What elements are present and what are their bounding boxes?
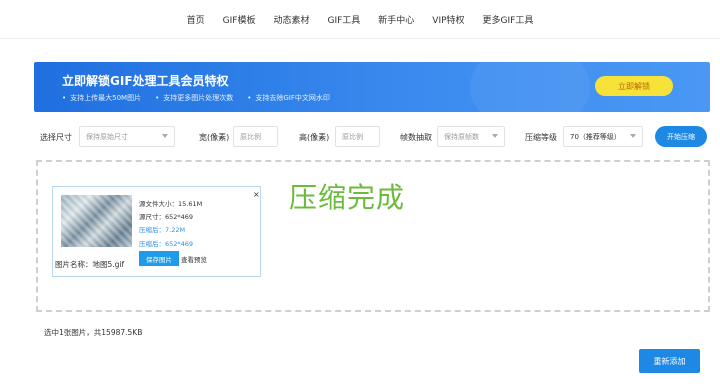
- frame-label: 帧数抽取: [400, 133, 432, 142]
- frame-select-value: 保持原帧数: [444, 133, 479, 141]
- original-dimensions: 源尺寸：652*469: [139, 213, 194, 221]
- original-size: 源文件大小：15.61M: [139, 200, 203, 208]
- nav-home[interactable]: 首页: [187, 13, 205, 26]
- compression-complete-status: 压缩完成: [289, 181, 406, 214]
- size-select[interactable]: 保持原始尺寸: [79, 126, 175, 147]
- re-add-button[interactable]: 重新添加: [639, 349, 700, 373]
- chevron-down-icon: [630, 134, 636, 138]
- vip-banner: 立即解锁GIF处理工具会员特权 支持上传最大50M图片 支持更多图片处理次数 支…: [34, 62, 710, 112]
- compressed-size: 压缩后：7.22M: [139, 226, 186, 234]
- nav-dynamic-assets[interactable]: 动态素材: [273, 13, 309, 26]
- unlock-button[interactable]: 立即解锁: [595, 76, 673, 96]
- banner-feature: 支持更多图片处理次数: [155, 93, 233, 103]
- width-input[interactable]: 原比例: [233, 126, 278, 147]
- top-nav: 首页 GIF模板 动态素材 GIF工具 新手中心 VIP特权 更多GIF工具: [0, 0, 720, 39]
- frame-select[interactable]: 保持原帧数: [437, 126, 505, 147]
- start-compress-button[interactable]: 开始压缩: [655, 126, 707, 147]
- width-label: 宽(像素): [199, 133, 230, 142]
- chevron-down-icon: [162, 134, 168, 138]
- height-input[interactable]: 原比例: [335, 126, 380, 147]
- compressed-dimensions: 压缩后：652*469: [139, 240, 194, 248]
- level-select-value: 70（推荐等级）: [570, 133, 621, 141]
- image-filename: 图片名称：地图5.gif: [55, 260, 125, 269]
- nav-gif-templates[interactable]: GIF模板: [223, 13, 256, 26]
- height-label: 高(像素): [299, 133, 330, 142]
- banner-feature: 支持去除GIF中文网水印: [247, 93, 330, 103]
- nav-vip[interactable]: VIP特权: [432, 13, 464, 26]
- save-image-button[interactable]: 保存图片: [139, 251, 179, 266]
- nav-gif-tools[interactable]: GIF工具: [327, 13, 360, 26]
- selection-summary: 选中1张图片，共15987.5KB: [44, 328, 143, 337]
- nav-more-tools[interactable]: 更多GIF工具: [483, 13, 534, 26]
- level-label: 压缩等级: [525, 133, 557, 142]
- result-card: × 源文件大小：15.61M 源尺寸：652*469 压缩后：7.22M 压缩后…: [52, 186, 261, 277]
- preview-link[interactable]: 查看预览: [181, 254, 207, 264]
- close-icon[interactable]: ×: [253, 191, 260, 199]
- image-thumbnail[interactable]: [61, 195, 132, 247]
- banner-feature: 支持上传最大50M图片: [62, 93, 141, 103]
- nav-beginner-center[interactable]: 新手中心: [378, 13, 414, 26]
- level-select[interactable]: 70（推荐等级）: [563, 126, 643, 147]
- banner-decoration: [470, 62, 590, 112]
- size-label: 选择尺寸: [40, 133, 72, 142]
- banner-title: 立即解锁GIF处理工具会员特权: [62, 74, 229, 88]
- size-select-value: 保持原始尺寸: [86, 133, 128, 141]
- chevron-down-icon: [492, 134, 498, 138]
- banner-features: 支持上传最大50M图片 支持更多图片处理次数 支持去除GIF中文网水印: [62, 93, 330, 103]
